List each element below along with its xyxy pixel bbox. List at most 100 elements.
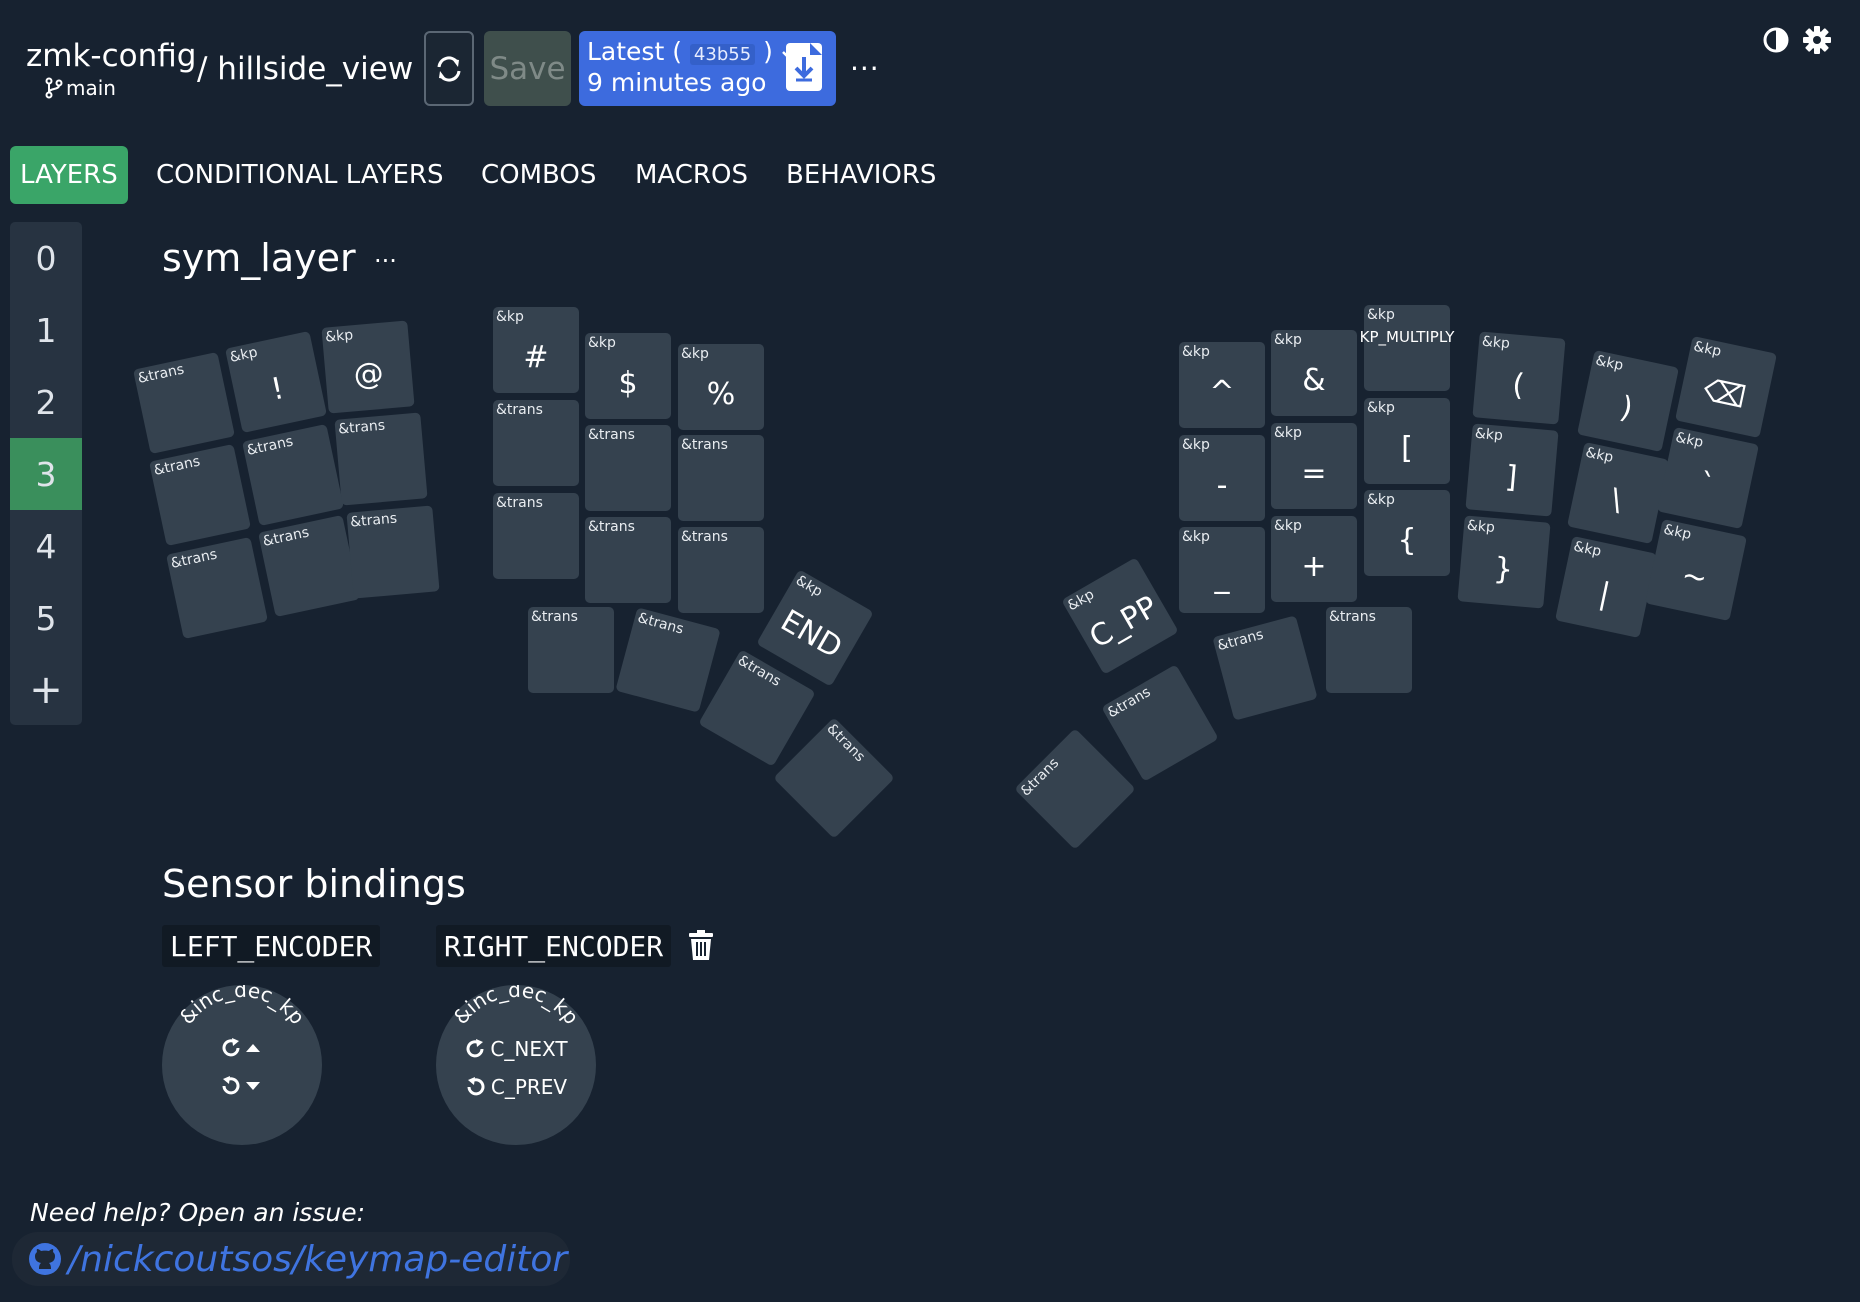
branch-selector[interactable]: main xyxy=(44,76,116,100)
key-behavior: &kp xyxy=(1182,437,1210,453)
key[interactable]: &trans xyxy=(585,425,671,511)
key-behavior: &kp xyxy=(1481,333,1511,353)
key[interactable]: &kp = xyxy=(1271,423,1357,509)
tab-behaviors[interactable]: BEHAVIORS xyxy=(786,146,936,204)
key[interactable]: &kp + xyxy=(1271,516,1357,602)
latest-commit-button[interactable]: Latest ( 43b55 ) 9 minutes ago xyxy=(579,31,836,106)
key[interactable]: &trans xyxy=(1014,728,1136,850)
download-icon[interactable] xyxy=(786,43,822,91)
right-encoder-behavior: &inc_dec_kp xyxy=(448,985,583,1029)
svg-text:&inc_dec_kp: &inc_dec_kp xyxy=(174,985,309,1029)
key[interactable]: &kp ⌫ xyxy=(1674,335,1778,439)
key[interactable]: &trans xyxy=(678,435,764,521)
key-behavior: &kp xyxy=(588,335,616,351)
key[interactable]: &kp) xyxy=(1576,349,1680,453)
more-menu-button[interactable]: ··· xyxy=(850,52,880,85)
key[interactable]: &kp] xyxy=(1465,423,1559,517)
key[interactable]: &kp KP_MULTIPLY xyxy=(1360,305,1454,391)
keymap-path: / hillside_view xyxy=(197,51,414,87)
key[interactable]: &kp @ xyxy=(321,320,415,414)
key[interactable]: &kp \ xyxy=(1566,441,1670,545)
save-button[interactable]: Save xyxy=(484,31,571,106)
key[interactable]: &kp} xyxy=(1457,515,1551,609)
key[interactable]: &trans xyxy=(1212,615,1318,721)
key-behavior: &trans xyxy=(531,609,578,625)
github-repo-link[interactable]: /nickcoutsos/keymap-editor xyxy=(12,1232,570,1286)
key[interactable]: &kp & xyxy=(1271,330,1357,416)
key[interactable]: &trans xyxy=(528,607,614,693)
key-behavior: &trans xyxy=(245,433,295,459)
layer-item-0[interactable]: 0 xyxy=(10,222,82,294)
key[interactable]: &kp C_PP xyxy=(1061,557,1179,675)
key[interactable]: &kp # xyxy=(493,307,579,393)
reload-button[interactable] xyxy=(424,31,474,106)
right-encoder-ccw: C_PREV xyxy=(490,1075,568,1099)
key[interactable]: &kp _ xyxy=(1179,527,1265,613)
layer-item-2[interactable]: 2 xyxy=(10,366,82,438)
gear-icon[interactable] xyxy=(1803,26,1831,54)
repo-name[interactable]: zmk-config xyxy=(26,38,196,74)
theme-icon[interactable] xyxy=(1762,26,1790,54)
key[interactable]: &kp [ xyxy=(1364,398,1450,484)
key-value: + xyxy=(1301,548,1327,584)
layer-menu-button[interactable]: ··· xyxy=(374,247,397,275)
layer-item-1[interactable]: 1 xyxy=(10,294,82,366)
key[interactable]: &trans xyxy=(241,423,345,527)
commit-hash: 43b55 xyxy=(689,44,756,65)
key-value: ` xyxy=(1695,466,1718,504)
key[interactable]: &kp! xyxy=(224,330,328,434)
key[interactable]: &kp( xyxy=(1472,331,1566,425)
tab-combos[interactable]: COMBOS xyxy=(481,146,596,204)
key[interactable]: &trans xyxy=(585,517,671,603)
key[interactable]: &trans xyxy=(257,514,361,618)
key[interactable]: &kp - xyxy=(1179,435,1265,521)
key-value: ^ xyxy=(1209,374,1235,410)
key[interactable]: &kp ` xyxy=(1656,426,1760,530)
key[interactable]: &trans xyxy=(773,717,895,839)
key[interactable]: &kp% xyxy=(678,344,764,430)
left-encoder-knob[interactable]: &inc_dec_kp xyxy=(162,985,322,1145)
key[interactable]: &trans xyxy=(165,536,269,640)
right-encoder-label: RIGHT_ENCODER xyxy=(436,925,672,967)
key[interactable]: &trans xyxy=(1101,664,1219,782)
key-value: # xyxy=(523,339,549,375)
right-encoder-knob[interactable]: &inc_dec_kp C_NEXT C_PREV xyxy=(436,985,596,1145)
key[interactable]: &trans xyxy=(132,351,236,455)
key[interactable]: &kp $ xyxy=(585,333,671,419)
key[interactable]: &trans xyxy=(334,412,428,506)
key-value xyxy=(493,424,579,476)
key[interactable]: &kp | xyxy=(1554,535,1658,639)
key-behavior: &kp xyxy=(1367,492,1395,508)
key-value xyxy=(678,459,764,511)
add-layer-button[interactable]: + xyxy=(10,654,82,726)
key-value xyxy=(585,449,671,501)
tab-layers[interactable]: LAYERS xyxy=(10,146,128,204)
repo-link-text: /nickcoutsos/keymap-editor xyxy=(68,1238,568,1280)
branch-name: main xyxy=(66,76,116,100)
key[interactable]: &trans xyxy=(1326,607,1412,693)
key[interactable]: &kp ^ xyxy=(1179,342,1265,428)
tab-macros[interactable]: MACROS xyxy=(635,146,748,204)
trash-icon[interactable] xyxy=(689,930,713,960)
latest-time: 9 minutes ago xyxy=(587,68,767,97)
key-value xyxy=(678,551,764,603)
key[interactable]: &trans xyxy=(148,443,252,547)
layer-item-5[interactable]: 5 xyxy=(10,582,82,654)
key[interactable]: &kp{ xyxy=(1364,490,1450,576)
key-value xyxy=(493,517,579,569)
layer-item-3[interactable]: 3 xyxy=(10,438,82,510)
key[interactable]: &kp ~ xyxy=(1644,518,1748,622)
key[interactable]: &trans xyxy=(615,607,721,713)
key[interactable]: &trans xyxy=(346,505,440,599)
key-behavior: &trans xyxy=(337,417,386,438)
key[interactable]: &trans xyxy=(678,527,764,613)
tab-conditional-layers[interactable]: CONDITIONAL LAYERS xyxy=(156,146,444,204)
key-behavior: &kp xyxy=(228,344,259,366)
key-value: \ xyxy=(1607,481,1626,519)
svg-text:&inc_dec_kp: &inc_dec_kp xyxy=(448,985,583,1029)
key-value xyxy=(528,631,614,683)
key[interactable]: &trans xyxy=(493,400,579,486)
layer-name[interactable]: sym_layer xyxy=(162,236,356,280)
key[interactable]: &trans xyxy=(493,493,579,579)
layer-item-4[interactable]: 4 xyxy=(10,510,82,582)
